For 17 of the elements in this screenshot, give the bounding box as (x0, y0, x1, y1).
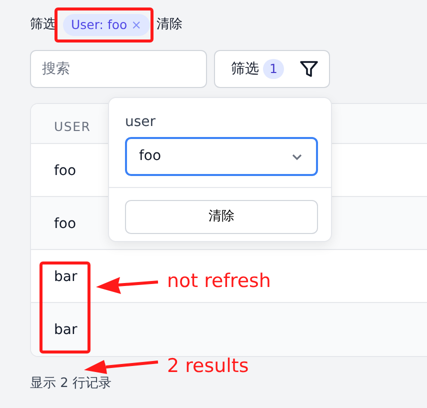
annotation-arrow (96, 277, 158, 294)
user-select[interactable]: foo (125, 137, 318, 176)
table-cell: foo (54, 216, 76, 232)
table-cell: foo (54, 163, 76, 179)
filter-count: 1 (262, 58, 284, 80)
result-count: 显示 2 行记录 (30, 376, 113, 392)
annotation-text: 2 results (167, 357, 249, 376)
filter-button[interactable]: 筛选 1 (214, 50, 330, 88)
filter-icon (299, 59, 319, 79)
chip-label: User: foo (71, 16, 128, 34)
table-cell: bar (54, 322, 78, 338)
clear-filters-link[interactable]: 清除 (156, 15, 183, 35)
clear-button[interactable]: 清除 (125, 200, 318, 234)
field-label: user (125, 113, 157, 132)
annotation-text: not refresh (167, 272, 271, 291)
table-cell: bar (54, 269, 78, 285)
search-field[interactable]: 搜索 (30, 50, 207, 88)
